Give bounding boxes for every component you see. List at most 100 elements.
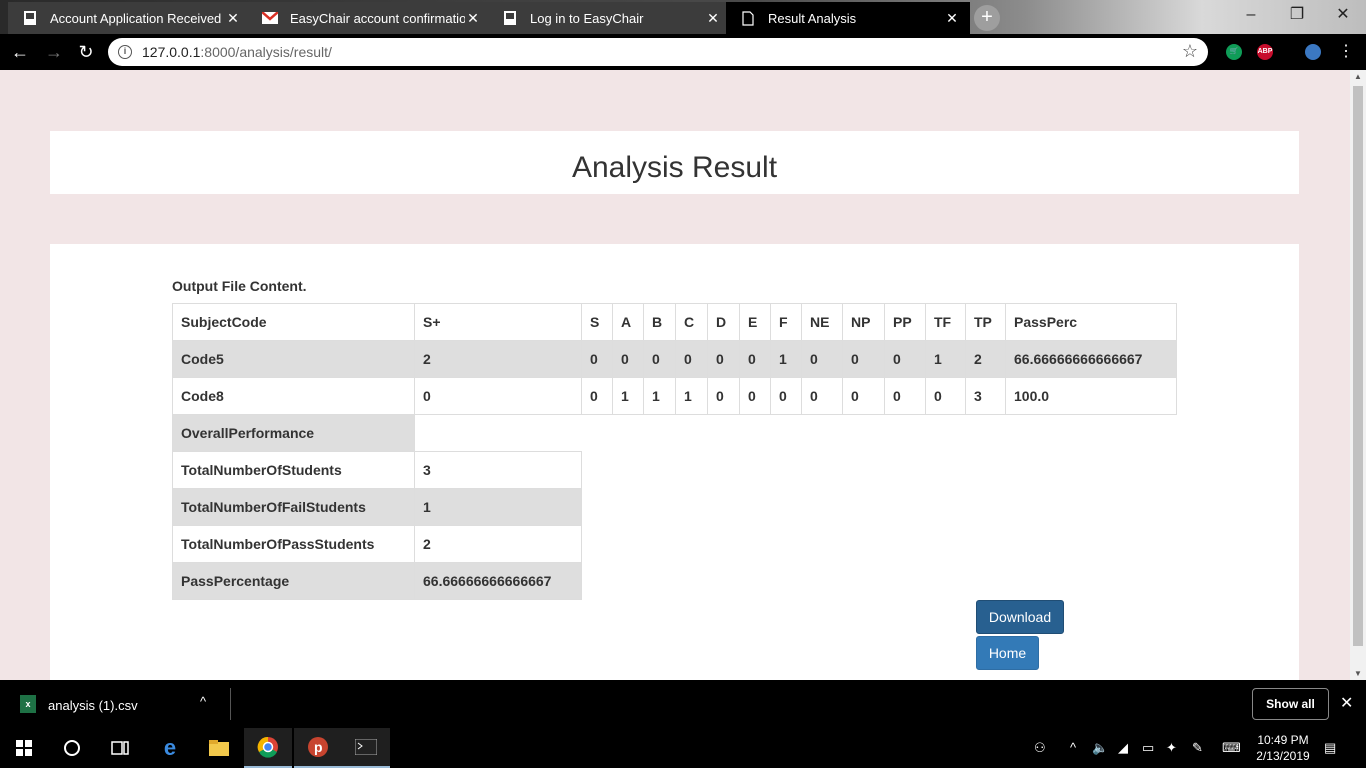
show-hidden-icons-icon[interactable]: ^ [1070,740,1076,755]
table-cell: 2 [414,340,582,378]
tab-account-application[interactable]: Account Application Received ✕ [8,2,252,34]
close-window-icon[interactable]: ✕ [1320,0,1366,30]
extension-cart-icon[interactable]: 🛒 [1226,44,1242,60]
scroll-up-icon[interactable]: ▲ [1354,72,1362,81]
forward-icon[interactable]: → [42,40,66,64]
edge-browser-icon[interactable]: e [146,728,194,768]
clock-date: 2/13/2019 [1256,749,1310,763]
pen-icon[interactable]: ✎ [1192,740,1203,756]
header-cell: F [770,303,802,341]
shelf-divider [230,688,231,720]
close-tab-icon[interactable]: ✕ [944,10,960,27]
table-cell: 0 [884,340,926,378]
summary-empty-cell [414,414,582,452]
address-bar[interactable]: i 127.0.0.1 :8000/analysis/result/ ☆ [108,38,1208,66]
bookmark-star-icon[interactable]: ☆ [1182,41,1198,62]
table-header-row: SubjectCode S+ S A B C D E F NE NP PP TF… [172,303,1177,341]
table-cell: Code8 [172,377,415,415]
restore-icon[interactable]: ❐ [1274,0,1320,30]
summary-label: TotalNumberOfStudents [172,451,415,489]
summary-value: 1 [414,488,582,526]
page-title: Analysis Result [571,151,778,184]
chrome-icon[interactable] [244,728,292,768]
chevron-up-icon[interactable]: ^ [200,694,206,709]
people-icon[interactable]: ⚇ [1034,740,1046,756]
table-cell: 1 [770,340,802,378]
new-tab-button[interactable]: + [974,5,1000,31]
summary-table: OverallPerformance TotalNumberOfStudents… [172,414,582,600]
file-explorer-icon[interactable] [195,728,243,768]
download-button[interactable]: Download [976,600,1064,634]
scroll-down-icon[interactable]: ▼ [1354,669,1362,678]
summary-value: 66.66666666666667 [414,562,582,600]
scrollbar-thumb[interactable] [1353,86,1363,646]
dropbox-icon[interactable]: ✦ [1166,740,1177,756]
header-cell: B [643,303,676,341]
back-icon[interactable]: ← [8,40,32,64]
summary-row: TotalNumberOfFailStudents 1 [172,488,582,526]
page-icon [740,10,756,26]
results-table: SubjectCode S+ S A B C D E F NE NP PP TF… [172,303,1177,415]
close-shelf-icon[interactable]: ✕ [1340,693,1353,713]
profile-avatar-icon[interactable] [1305,44,1321,60]
summary-label: PassPercentage [172,562,415,600]
table-cell: 0 [739,377,771,415]
table-cell: 0 [707,340,740,378]
download-file-name[interactable]: analysis (1).csv [48,698,138,713]
summary-value: 3 [414,451,582,489]
page-viewport: Analysis Result Output File Content. Sub… [0,70,1350,680]
header-cell: PP [884,303,926,341]
close-tab-icon[interactable]: ✕ [225,10,241,27]
home-button[interactable]: Home [976,636,1039,670]
tab-easychair-login[interactable]: Log in to EasyChair ✕ [488,2,732,34]
task-view-icon[interactable] [96,728,144,768]
cortana-search-icon[interactable] [48,728,96,768]
table-cell: 3 [965,377,1006,415]
volume-icon[interactable]: 🔈 [1092,740,1108,756]
header-cell: NP [842,303,885,341]
menu-icon[interactable]: ⋮ [1334,40,1358,64]
header-cell: PassPerc [1005,303,1177,341]
table-cell: 0 [801,377,843,415]
table-cell: 0 [612,340,644,378]
output-caption: Output File Content. [172,278,307,294]
tab-easychair-confirmation[interactable]: EasyChair account confirmation ✕ [248,2,492,34]
info-icon[interactable]: i [118,45,132,59]
wifi-icon[interactable]: ◢ [1118,740,1128,756]
page-scrollbar[interactable]: ▲ ▼ [1350,70,1366,680]
table-cell: Code5 [172,340,415,378]
svg-text:p: p [314,739,323,755]
table-cell: 0 [842,377,885,415]
gmail-icon [262,10,278,26]
tab-result-analysis[interactable]: Result Analysis ✕ [726,2,970,34]
header-cell: S [581,303,613,341]
table-cell: 66.66666666666667 [1005,340,1177,378]
table-cell: 0 [675,340,708,378]
close-tab-icon[interactable]: ✕ [465,10,481,27]
system-clock[interactable]: 10:49 PM 2/13/2019 [1252,732,1314,764]
windows-start-icon[interactable] [0,728,48,768]
header-cell: E [739,303,771,341]
minimize-icon[interactable]: – [1228,0,1274,30]
reload-icon[interactable]: ↻ [74,40,98,64]
adblock-icon[interactable]: ABP [1257,44,1273,60]
table-cell: 1 [643,377,676,415]
summary-row: PassPercentage 66.66666666666667 [172,562,582,600]
summary-section-row: OverallPerformance [172,414,582,452]
pycharm-icon[interactable]: p [294,728,342,768]
close-tab-icon[interactable]: ✕ [705,10,721,27]
show-all-button[interactable]: Show all [1252,688,1329,720]
summary-label: TotalNumberOfPassStudents [172,525,415,563]
windows-taskbar: e p ⚇ ^ 🔈 ◢ ▭ ✦ ✎ ⌨ 10:49 PM 2/13/2019 ▤ [0,728,1366,768]
table-cell: 0 [842,340,885,378]
summary-label: TotalNumberOfFailStudents [172,488,415,526]
table-row: Code8 0 0 1 1 1 0 0 0 0 0 0 0 3 100.0 [172,377,1177,415]
action-center-icon[interactable]: ▤ [1324,740,1336,756]
battery-icon[interactable]: ▭ [1142,740,1154,756]
keyboard-icon[interactable]: ⌨ [1222,740,1241,756]
content-card: Output File Content. SubjectCode S+ S A … [50,244,1299,680]
command-prompt-icon[interactable] [342,728,390,768]
summary-value: 2 [414,525,582,563]
url-path: :8000/analysis/result/ [200,44,332,60]
table-cell: 0 [925,377,966,415]
